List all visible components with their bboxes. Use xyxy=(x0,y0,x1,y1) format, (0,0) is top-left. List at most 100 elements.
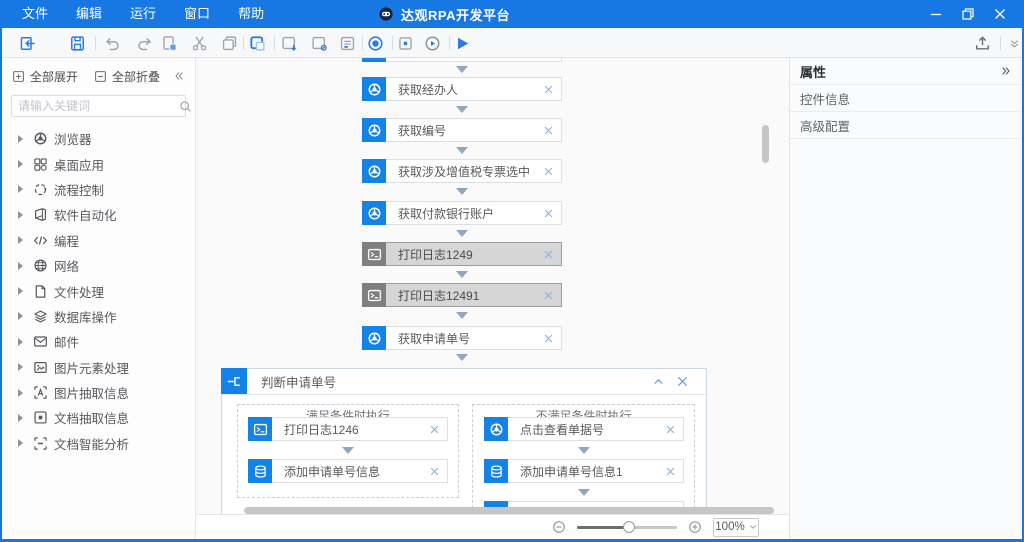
flow-node[interactable]: 获取付款银行账户 xyxy=(362,201,562,225)
print-log-icon xyxy=(362,242,386,266)
node-close-icon[interactable] xyxy=(535,209,561,218)
flow-arrow-icon xyxy=(578,447,590,454)
software-automation-icon xyxy=(33,207,48,222)
flow-node[interactable]: 获取经办人 xyxy=(362,77,562,101)
sidebar-item-programming[interactable]: 编程 xyxy=(2,228,195,253)
node-close-icon[interactable] xyxy=(421,425,447,434)
node-close-icon[interactable] xyxy=(657,467,683,476)
node-close-icon[interactable] xyxy=(535,167,561,176)
sidebar-item-software-automation[interactable]: 软件自动化 xyxy=(2,202,195,227)
sidebar-item-doc-extract[interactable]: 文档抽取信息 xyxy=(2,405,195,430)
menu-window[interactable]: 窗口 xyxy=(170,0,224,28)
flow-canvas[interactable]: 获取经办人 获取编号 获取涉及增值税专票选中 获取付款银行账户 xyxy=(196,58,789,539)
flow-node-disabled[interactable]: 打印日志12491 xyxy=(362,283,562,307)
database-icon xyxy=(248,459,272,483)
caret-right-icon xyxy=(18,135,23,143)
sidebar-item-database-ops[interactable]: 数据库操作 xyxy=(2,304,195,329)
flow-node[interactable]: 获取申请单号 xyxy=(362,326,562,350)
zoom-slider[interactable] xyxy=(577,526,677,529)
node-close-icon[interactable] xyxy=(657,425,683,434)
caret-right-icon xyxy=(18,262,23,270)
search-input[interactable] xyxy=(12,99,179,113)
copy-icon[interactable] xyxy=(160,34,178,52)
collapse-all-button[interactable]: 全部折叠 xyxy=(94,68,160,85)
sidebar-item-mail[interactable]: 邮件 xyxy=(2,329,195,354)
flow-node-disabled[interactable]: 打印日志1249 xyxy=(362,242,562,266)
panel-section-properties[interactable]: 属性 xyxy=(790,58,1022,85)
flow-node-partial[interactable] xyxy=(362,58,562,62)
flow-node[interactable]: 获取涉及增值税专票选中 xyxy=(362,159,562,183)
flow-arrow-icon xyxy=(456,354,468,361)
sidebar-item-image-extract[interactable]: 图片抽取信息 xyxy=(2,380,195,405)
canvas-horizontal-scrollbar[interactable] xyxy=(244,507,774,514)
sidebar-item-desktop-apps[interactable]: 桌面应用 xyxy=(2,151,195,176)
node-close-icon[interactable] xyxy=(535,85,561,94)
node-close-icon[interactable] xyxy=(421,467,447,476)
sidebar-item-network[interactable]: 网络 xyxy=(2,253,195,278)
duplicate-icon[interactable] xyxy=(220,34,238,52)
back-to-project-icon[interactable] xyxy=(18,34,36,52)
panel-section-control-info[interactable]: 控件信息 xyxy=(790,85,1022,112)
sidebar-item-flow-control[interactable]: 流程控制 xyxy=(2,177,195,202)
flow-node[interactable]: 获取编号 xyxy=(362,118,562,142)
canvas-vertical-scrollbar[interactable] xyxy=(762,125,769,163)
flow-node[interactable]: 点击查看单据号 xyxy=(484,417,684,441)
zoom-out-icon[interactable] xyxy=(552,520,566,534)
undo-icon[interactable] xyxy=(103,34,121,52)
caret-right-icon xyxy=(18,312,23,320)
app-title: 达观RPA开发平台 xyxy=(401,5,510,24)
toolbar-separator xyxy=(95,36,96,50)
redo-icon[interactable] xyxy=(135,34,153,52)
menu-file[interactable]: 文件 xyxy=(0,0,62,28)
element-picker-icon[interactable] xyxy=(396,34,414,52)
caret-right-icon xyxy=(18,185,23,193)
sidebar-item-doc-analysis[interactable]: 文档智能分析 xyxy=(2,431,195,456)
close-button[interactable] xyxy=(984,0,1016,28)
menu-run[interactable]: 运行 xyxy=(116,0,170,28)
collapse-sidebar-icon[interactable] xyxy=(173,70,185,82)
flow-node[interactable]: 打印日志1246 xyxy=(248,417,448,441)
restore-button[interactable] xyxy=(952,0,984,28)
debug-run-icon[interactable] xyxy=(423,34,441,52)
box-select-icon[interactable] xyxy=(248,34,266,52)
node-close-icon[interactable] xyxy=(535,250,561,259)
caret-right-icon xyxy=(18,414,23,422)
print-log-icon xyxy=(362,283,386,307)
zoom-level-select[interactable]: 100% xyxy=(713,518,759,537)
browser-icon xyxy=(362,77,386,101)
minimize-button[interactable] xyxy=(920,0,952,28)
menu-edit[interactable]: 编辑 xyxy=(62,0,116,28)
image-export-icon[interactable] xyxy=(280,34,298,52)
zoom-slider-handle[interactable] xyxy=(623,521,635,533)
caret-right-icon xyxy=(18,363,23,371)
sidebar-item-file-processing[interactable]: 文件处理 xyxy=(2,278,195,303)
caret-right-icon xyxy=(18,211,23,219)
zoom-in-icon[interactable] xyxy=(688,520,702,534)
record-icon[interactable] xyxy=(366,34,384,52)
flow-node[interactable]: 添加申请单号信息 xyxy=(248,459,448,483)
cut-icon[interactable] xyxy=(190,34,208,52)
flow-arrow-icon xyxy=(342,447,354,454)
expand-all-button[interactable]: 全部展开 xyxy=(12,68,78,85)
sidebar-item-image-processing[interactable]: 图片元素处理 xyxy=(2,355,195,380)
flow-arrow-icon xyxy=(456,66,468,73)
save-icon[interactable] xyxy=(68,34,86,52)
node-close-icon[interactable] xyxy=(535,291,561,300)
doc-analysis-icon xyxy=(33,436,48,451)
caret-right-icon xyxy=(18,236,23,244)
run-icon[interactable] xyxy=(453,34,471,52)
panel-section-advanced-config[interactable]: 高级配置 xyxy=(790,112,1022,139)
node-close-icon[interactable] xyxy=(670,376,694,387)
collapse-toolbar-icon[interactable] xyxy=(1005,34,1023,52)
search-icon[interactable] xyxy=(179,100,192,113)
node-close-icon[interactable] xyxy=(535,126,561,135)
menu-help[interactable]: 帮助 xyxy=(224,0,278,28)
publish-icon[interactable] xyxy=(973,34,991,52)
collapse-node-icon[interactable] xyxy=(646,376,670,387)
sidebar-item-browser[interactable]: 浏览器 xyxy=(2,126,195,151)
node-close-icon[interactable] xyxy=(535,334,561,343)
flow-node[interactable]: 添加申请单号信息1 xyxy=(484,459,684,483)
form-config-icon[interactable] xyxy=(338,34,356,52)
image-config-icon[interactable] xyxy=(310,34,328,52)
expand-panel-icon[interactable] xyxy=(1000,65,1012,77)
